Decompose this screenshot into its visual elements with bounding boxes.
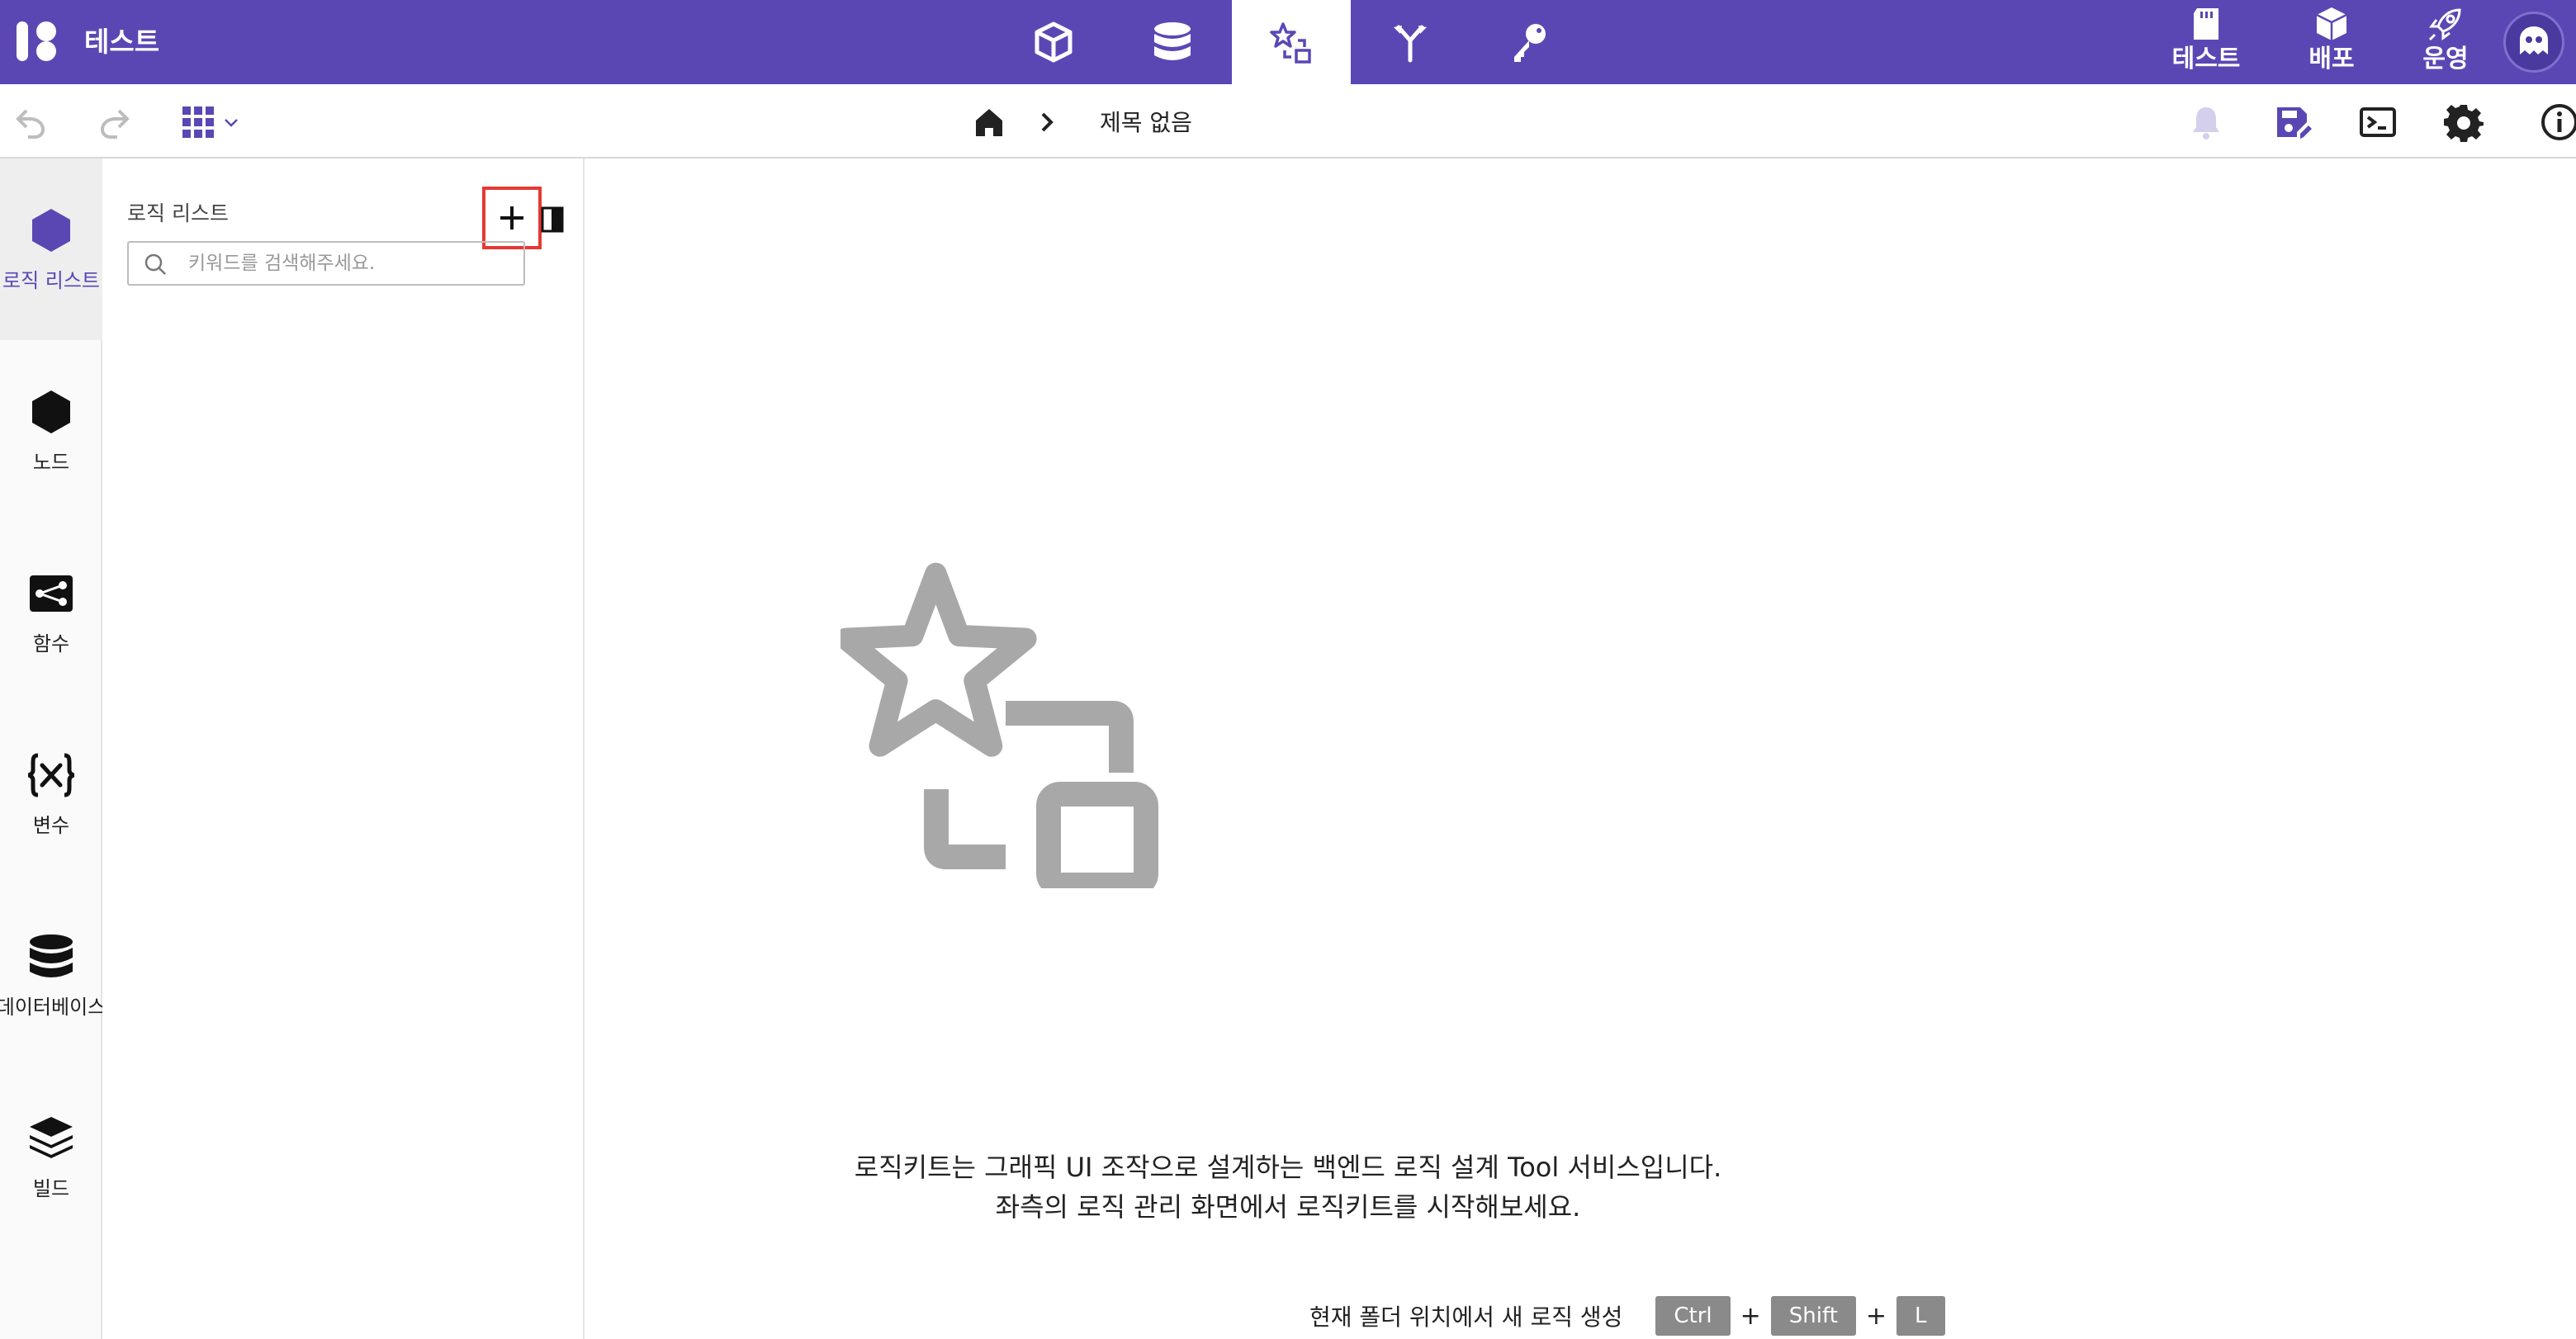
- undo-icon: [16, 109, 45, 139]
- database-icon: [30, 934, 73, 977]
- user-avatar[interactable]: [2503, 12, 2564, 73]
- database-icon: [1154, 22, 1191, 60]
- box-icon: [2316, 7, 2347, 40]
- rail-item-function[interactable]: 함수: [0, 522, 102, 703]
- function-node-icon: [30, 575, 73, 612]
- key-icon: [1514, 24, 1546, 62]
- plus-icon: [500, 206, 523, 229]
- test-button[interactable]: 테스트: [2157, 3, 2256, 81]
- deploy-button[interactable]: 배포: [2282, 3, 2381, 81]
- rail-item-variable[interactable]: 변수: [0, 703, 102, 885]
- empty-state-hint: 좌측의 로직 관리 화면에서 로직키트를 시작해보세요.: [995, 1191, 1581, 1223]
- home-button[interactable]: [966, 99, 1012, 145]
- logic-shapes-icon: [1270, 22, 1311, 64]
- gear-icon: [2444, 105, 2484, 142]
- tab-flow[interactable]: [1351, 0, 1470, 84]
- top-navigation-bar: 테스트 테스트 배포 운영: [0, 0, 2576, 84]
- info-button[interactable]: [2536, 99, 2576, 145]
- tab-keys[interactable]: [1470, 0, 1589, 84]
- toolbar: 제목 없음: [0, 84, 2576, 159]
- search-icon: [144, 253, 166, 275]
- redo-button[interactable]: [91, 99, 137, 145]
- console-button[interactable]: [2355, 99, 2401, 145]
- breadcrumb-separator: [1024, 99, 1070, 145]
- bell-icon: [2193, 107, 2219, 140]
- breadcrumb-current-title[interactable]: 제목 없음: [1100, 104, 1192, 142]
- rail-item-label: 변수: [32, 814, 70, 837]
- rail-item-logic-list[interactable]: 로직 리스트: [0, 159, 102, 340]
- panel-title: 로직 리스트: [127, 201, 229, 225]
- redo-icon: [100, 109, 130, 139]
- tab-logic[interactable]: [1232, 0, 1351, 84]
- settings-button[interactable]: [2441, 99, 2487, 145]
- undo-button[interactable]: [8, 99, 54, 145]
- shortcut-label: 현재 폴더 위치에서 새 로직 생성: [1309, 1304, 1623, 1331]
- save-button[interactable]: [2269, 99, 2315, 145]
- operations-button[interactable]: 운영: [2396, 3, 2495, 81]
- rocket-icon: [2428, 8, 2461, 41]
- rail-item-label: 데이터베이스: [0, 996, 107, 1019]
- hexagon-icon: [32, 209, 70, 252]
- branch-icon: [1394, 25, 1427, 63]
- rail-item-database[interactable]: 데이터베이스: [0, 885, 106, 1067]
- logic-search[interactable]: [127, 241, 525, 286]
- tab-model[interactable]: [994, 0, 1113, 84]
- chevron-right-icon: [1041, 112, 1054, 132]
- app-logo-icon[interactable]: [15, 18, 61, 64]
- rail-item-label: 로직 리스트: [2, 269, 101, 292]
- terminal-icon: [2360, 107, 2396, 137]
- project-title[interactable]: 테스트: [84, 21, 159, 63]
- new-logic-shortcut: 현재 폴더 위치에서 새 로직 생성 Ctrl + Shift + L: [1309, 1296, 1945, 1336]
- key-l: L: [1896, 1296, 1945, 1336]
- empty-state-description: 로직키트는 그래픽 UI 조작으로 설계하는 백엔드 로직 설계 Tool 서비…: [854, 1152, 1722, 1183]
- ghost-avatar-icon: [2520, 26, 2548, 54]
- operations-label: 운영: [2422, 45, 2469, 73]
- key-shift: Shift: [1770, 1296, 1856, 1336]
- rail-item-node[interactable]: 노드: [0, 340, 102, 522]
- tab-database[interactable]: [1113, 0, 1232, 84]
- rail-item-label: 함수: [32, 632, 70, 655]
- cube-outline-icon: [1035, 21, 1073, 63]
- save-edit-icon: [2277, 107, 2312, 139]
- new-folder-icon[interactable]: [540, 205, 565, 233]
- layout-menu-button[interactable]: [173, 99, 248, 145]
- search-input[interactable]: [188, 249, 510, 277]
- key-plus: +: [1740, 1301, 1761, 1331]
- notifications-button[interactable]: [2183, 99, 2229, 145]
- add-logic-button[interactable]: [482, 187, 542, 249]
- sd-card-icon: [2194, 8, 2218, 40]
- info-icon: [2541, 104, 2576, 140]
- hexagon-icon: [32, 390, 70, 433]
- variable-icon: [27, 753, 75, 797]
- key-plus: +: [1865, 1301, 1887, 1331]
- logic-shapes-icon: [841, 562, 1158, 888]
- chevron-down-icon: [225, 119, 238, 127]
- grid-icon: [182, 106, 214, 138]
- rail-item-label: 노드: [32, 451, 70, 474]
- home-icon: [976, 109, 1002, 136]
- deploy-label: 배포: [2308, 45, 2355, 73]
- key-ctrl: Ctrl: [1655, 1296, 1731, 1336]
- test-label: 테스트: [2171, 45, 2241, 73]
